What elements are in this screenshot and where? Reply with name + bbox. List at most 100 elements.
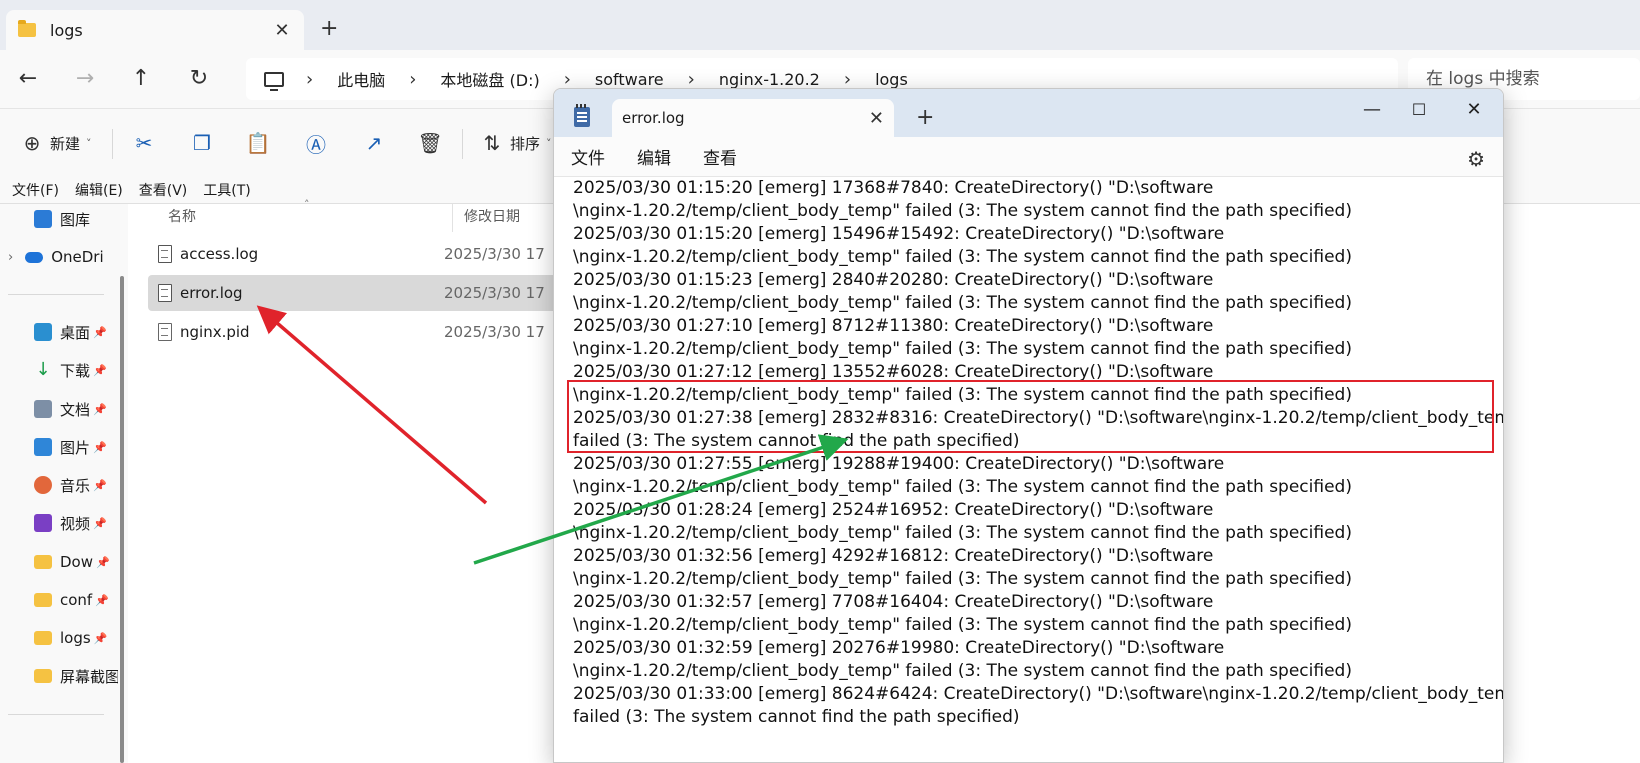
sort-label: 排序 bbox=[510, 134, 541, 153]
column-divider[interactable] bbox=[452, 204, 453, 232]
notepad-title-bar: error.log ✕ + — ☐ ✕ bbox=[554, 89, 1503, 137]
breadcrumb-software[interactable]: software bbox=[595, 70, 664, 89]
pin-icon[interactable]: 📌 bbox=[94, 632, 108, 645]
chevron-right-icon[interactable]: › bbox=[306, 69, 313, 90]
folder-icon bbox=[34, 555, 52, 569]
sidebar-scrollbar[interactable] bbox=[120, 276, 124, 763]
divider bbox=[112, 129, 113, 159]
close-window-button[interactable]: ✕ bbox=[1454, 95, 1494, 125]
file-modified: 2025/3/30 17 bbox=[444, 323, 545, 341]
sidebar-item-screenshots[interactable]: 屏幕截图 bbox=[34, 661, 118, 691]
chevron-right-icon[interactable]: › bbox=[8, 250, 13, 265]
notepad-tab-title: error.log bbox=[622, 109, 685, 127]
video-icon bbox=[34, 514, 52, 532]
pin-icon[interactable]: 📌 bbox=[93, 326, 107, 339]
breadcrumb-this-pc[interactable]: 此电脑 bbox=[337, 67, 385, 91]
gear-icon[interactable]: ⚙ bbox=[1467, 147, 1485, 171]
breadcrumb-local-disk[interactable]: 本地磁盘 (D:) bbox=[440, 67, 539, 91]
chevron-right-icon[interactable]: › bbox=[564, 69, 571, 90]
sidebar-item-label: 音乐 bbox=[60, 476, 91, 495]
menu-file[interactable]: 文件(F) bbox=[12, 180, 59, 200]
sidebar-item-label: 屏幕截图 bbox=[60, 667, 118, 686]
minimize-button[interactable]: — bbox=[1352, 95, 1392, 125]
column-header-modified[interactable]: 修改日期 bbox=[464, 206, 520, 226]
log-line: \nginx-1.20.2/temp/client_body_temp" fai… bbox=[573, 339, 1352, 359]
sidebar-item-onedrive[interactable]: › OneDri bbox=[8, 242, 128, 272]
log-line: \nginx-1.20.2/temp/client_body_temp" fai… bbox=[573, 569, 1352, 589]
notepad-tab[interactable]: error.log ✕ bbox=[612, 99, 894, 137]
notepad-icon bbox=[574, 104, 590, 127]
chevron-right-icon[interactable]: › bbox=[409, 69, 416, 90]
share-icon: ↗ bbox=[365, 131, 383, 155]
download-icon: ↓ bbox=[35, 359, 51, 380]
pin-icon[interactable]: 📌 bbox=[93, 364, 107, 377]
menu-view[interactable]: 查看(V) bbox=[139, 180, 188, 200]
copy-button[interactable]: ❐ bbox=[190, 127, 214, 159]
chevron-right-icon[interactable]: › bbox=[844, 69, 851, 90]
menu-edit[interactable]: 编辑(E) bbox=[75, 180, 123, 200]
up-button[interactable]: ↑ bbox=[126, 64, 156, 94]
desktop-icon bbox=[34, 323, 52, 341]
new-tab-button[interactable]: + bbox=[320, 16, 338, 41]
refresh-button[interactable]: ↻ bbox=[184, 64, 214, 94]
music-icon bbox=[34, 476, 52, 494]
file-row-error-log[interactable]: error.log 2025/3/30 17 bbox=[148, 275, 568, 311]
close-icon[interactable]: ✕ bbox=[272, 20, 292, 41]
sort-button[interactable]: ⇅ 排序 ˅ bbox=[480, 127, 552, 159]
pin-icon[interactable]: 📌 bbox=[95, 594, 109, 607]
pin-icon[interactable]: 📌 bbox=[93, 479, 107, 492]
log-line: \nginx-1.20.2/temp/client_body_temp" fai… bbox=[573, 661, 1352, 681]
pin-icon[interactable]: 📌 bbox=[93, 403, 107, 416]
log-line: \nginx-1.20.2/temp/client_body_temp" fai… bbox=[573, 477, 1352, 497]
notepad-menu-bar: 文件 编辑 查看 bbox=[554, 137, 1503, 177]
log-line: 2025/03/30 01:15:23 [emerg] 2840#20280: … bbox=[573, 270, 1214, 290]
log-line: \nginx-1.20.2/temp/client_body_temp" fai… bbox=[573, 201, 1352, 221]
menu-tools[interactable]: 工具(T) bbox=[203, 180, 250, 200]
menu-view[interactable]: 查看 bbox=[703, 144, 737, 169]
explorer-tab[interactable]: logs ✕ bbox=[6, 10, 304, 50]
text-file-icon bbox=[158, 245, 172, 263]
explorer-tab-title: logs bbox=[50, 20, 83, 40]
breadcrumb-nginx[interactable]: nginx-1.20.2 bbox=[719, 70, 820, 89]
file-row-access-log[interactable]: access.log 2025/3/30 17 bbox=[148, 236, 568, 272]
file-icon bbox=[158, 323, 172, 341]
sidebar-item-label: 视频 bbox=[60, 514, 91, 533]
menu-edit[interactable]: 编辑 bbox=[637, 144, 671, 169]
trash-icon: 🗑 bbox=[417, 131, 443, 155]
pin-icon[interactable]: 📌 bbox=[96, 556, 110, 569]
new-button[interactable]: ⊕ 新建 ˅ bbox=[20, 127, 92, 159]
log-line: \nginx-1.20.2/temp/client_body_temp" fai… bbox=[573, 247, 1352, 267]
notepad-text-area[interactable]: 2025/03/30 01:15:20 [emerg] 17368#7840: … bbox=[573, 177, 1503, 729]
file-modified: 2025/3/30 17 bbox=[444, 245, 545, 263]
column-header-name[interactable]: 名称 bbox=[168, 206, 196, 226]
sort-ascending-icon: ˄ bbox=[304, 198, 310, 211]
cut-button[interactable]: ✂ bbox=[132, 127, 156, 159]
new-tab-button[interactable]: + bbox=[916, 105, 934, 130]
sidebar-item-label: conf bbox=[60, 591, 93, 609]
share-button[interactable]: ↗ bbox=[362, 127, 386, 159]
rename-button[interactable]: Ⓐ bbox=[304, 127, 328, 159]
rename-icon: Ⓐ bbox=[306, 132, 326, 157]
maximize-button[interactable]: ☐ bbox=[1399, 95, 1439, 125]
menu-file[interactable]: 文件 bbox=[571, 144, 605, 169]
file-row-nginx-pid[interactable]: nginx.pid 2025/3/30 17 bbox=[148, 314, 568, 350]
breadcrumb-logs[interactable]: logs bbox=[875, 70, 908, 89]
sidebar-item-label: OneDri bbox=[51, 248, 104, 266]
sidebar-item-label: Dow bbox=[60, 553, 93, 571]
chevron-down-icon: ˅ bbox=[546, 136, 552, 150]
pin-icon[interactable]: 📌 bbox=[93, 441, 107, 454]
pin-icon[interactable]: 📌 bbox=[93, 517, 107, 530]
close-icon[interactable]: ✕ bbox=[869, 108, 884, 129]
sidebar-item-label: 桌面 bbox=[60, 323, 91, 342]
plus-circle-icon: ⊕ bbox=[23, 131, 41, 155]
log-line: 2025/03/30 01:27:10 [emerg] 8712#11380: … bbox=[573, 316, 1214, 336]
scissors-icon: ✂ bbox=[135, 131, 153, 155]
divider bbox=[8, 714, 104, 715]
delete-button[interactable]: 🗑 bbox=[417, 127, 443, 159]
chevron-right-icon[interactable]: › bbox=[688, 69, 695, 90]
sidebar-item-label: logs bbox=[60, 629, 91, 647]
back-button[interactable]: ← bbox=[13, 64, 43, 94]
forward-button[interactable]: → bbox=[70, 64, 100, 94]
log-line: 2025/03/30 01:27:55 [emerg] 19288#19400:… bbox=[573, 454, 1225, 474]
paste-button[interactable]: 📋 bbox=[246, 127, 271, 159]
